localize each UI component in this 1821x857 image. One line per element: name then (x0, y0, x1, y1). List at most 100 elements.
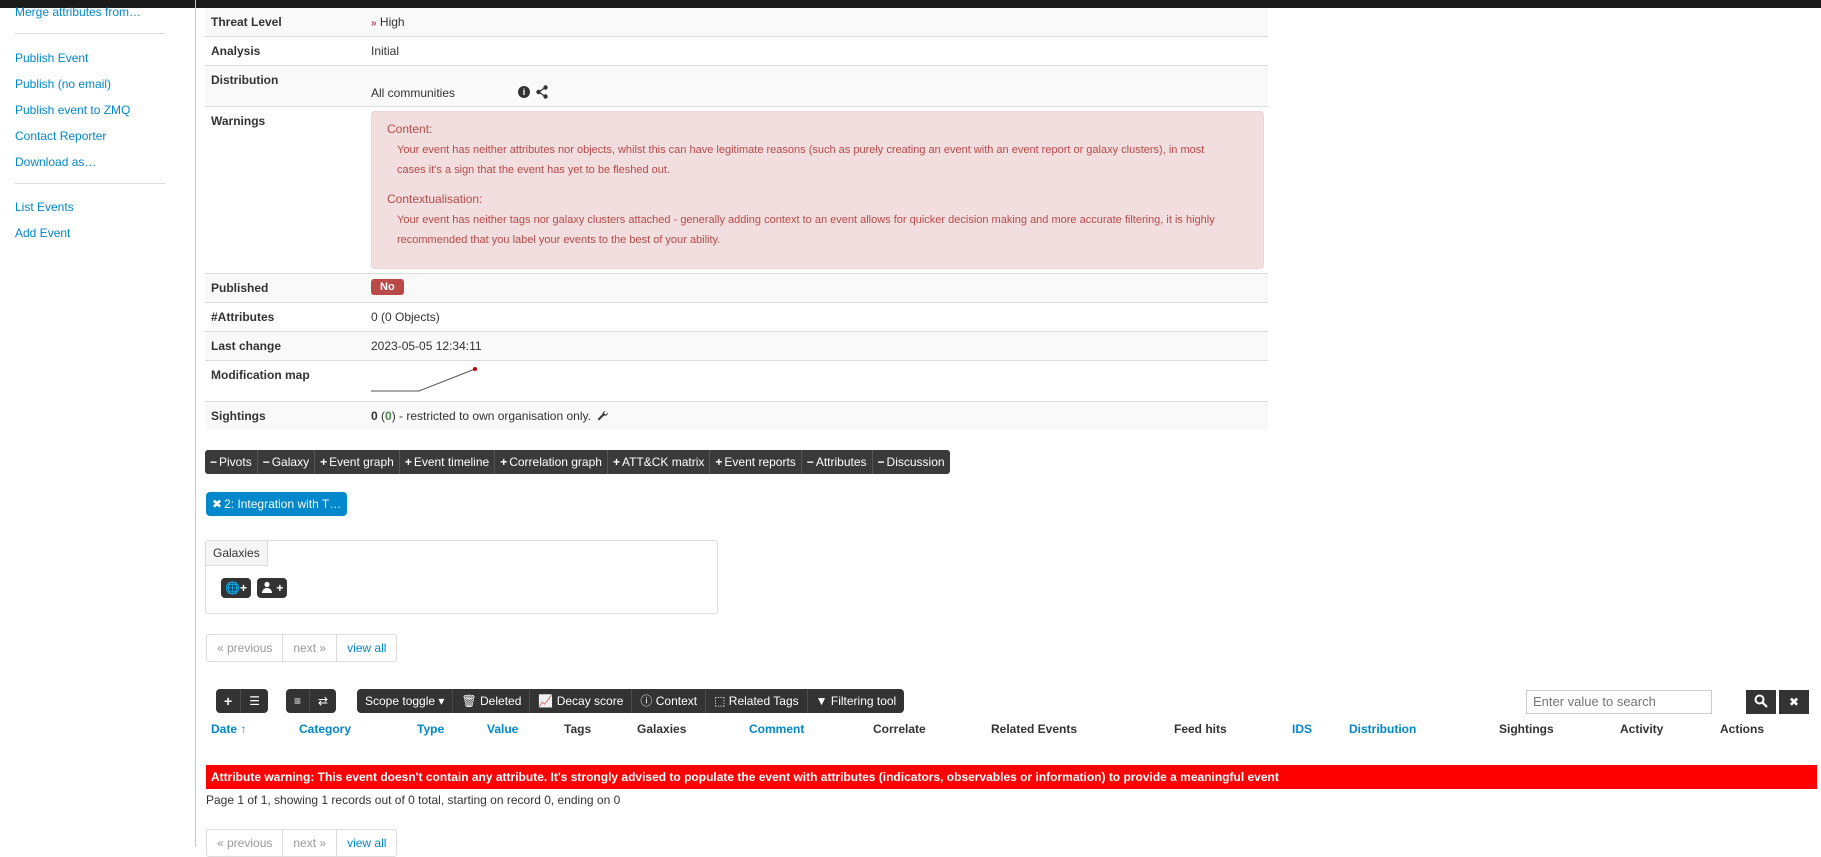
next-page-link[interactable]: next » (283, 635, 338, 661)
column-date[interactable]: Date ↑ (211, 722, 246, 736)
context-warning-text: Your event has neither tags nor galaxy c… (397, 214, 1215, 246)
pivot-tag-label: 2: Integration with T… (224, 497, 342, 511)
context-label: Context (655, 694, 698, 708)
scope-toggle-button[interactable]: Scope toggle ▾ (357, 689, 454, 713)
info-icon[interactable]: i (518, 86, 530, 98)
tab-discussion[interactable]: − Discussion (873, 450, 950, 474)
sidebar-item-merge-attributes[interactable]: Merge attributes from… (15, 5, 141, 19)
column-label: Date (211, 722, 238, 736)
top-bar (0, 0, 1821, 8)
attributes-value: 0 (0 Objects) (371, 310, 440, 324)
close-icon[interactable]: ✖ (212, 497, 222, 511)
column-correlate: Correlate (873, 722, 926, 736)
decay-score-button[interactable]: 📈 Decay score (530, 689, 633, 713)
chart-icon: 📈 (538, 694, 554, 708)
view-all-link[interactable]: view all (337, 635, 396, 661)
column-actions: Actions (1720, 722, 1765, 736)
share-icon[interactable] (536, 85, 548, 102)
warnings-alert: Content: Your event has neither attribut… (371, 111, 1264, 269)
tab-pivots[interactable]: − Pivots (205, 450, 258, 474)
column-activity: Activity (1620, 722, 1664, 736)
published-label: Published (211, 281, 269, 295)
plus-icon: + (239, 581, 247, 595)
column-type[interactable]: Type (417, 722, 444, 736)
tab-galaxy[interactable]: − Galaxy (258, 450, 316, 474)
sidebar-item-contact-reporter[interactable]: Contact Reporter (15, 129, 106, 143)
search-icon[interactable] (1746, 690, 1776, 714)
column-feed-hits: Feed hits (1174, 722, 1227, 736)
sidebar-item-download-as[interactable]: Download as… (15, 155, 96, 169)
sitemap-icon: ⬚ (714, 694, 726, 708)
deleted-button[interactable]: 🗑 Deleted (453, 689, 531, 713)
column-value[interactable]: Value (487, 722, 518, 736)
view-all-link[interactable]: view all (337, 830, 396, 856)
search-input[interactable] (1526, 690, 1712, 714)
filters-group: Scope toggle ▾ 🗑 Deleted 📈 Decay score ⓘ… (357, 689, 905, 713)
column-category[interactable]: Category (299, 722, 351, 736)
tab-event-timeline[interactable]: + Event timeline (400, 450, 496, 474)
sort-asc-icon: ↑ (240, 722, 247, 736)
event-view-tabs: − Pivots − Galaxy + Event graph + Event time… (205, 450, 950, 474)
sidebar-item-add-event[interactable]: Add Event (15, 226, 70, 240)
align-left-icon[interactable]: ≡ (286, 689, 311, 713)
add-attribute-button[interactable]: + (216, 689, 242, 713)
tab-event-graph[interactable]: + Event graph (315, 450, 400, 474)
sidebar-item-list-events[interactable]: List Events (15, 200, 74, 214)
plus-icon: + (276, 581, 284, 595)
sidebar-item-publish-zmq[interactable]: Publish event to ZMQ (15, 103, 130, 117)
previous-page-link[interactable]: « previous (207, 635, 284, 661)
scope-toggle-label: Scope toggle (365, 694, 436, 708)
column-ids[interactable]: IDS (1292, 722, 1312, 736)
wrench-icon[interactable] (597, 410, 609, 425)
row-warnings: Warnings Content: Your event has neither… (205, 107, 1268, 274)
previous-page-link[interactable]: « previous (207, 830, 284, 856)
row-modification-map: Modification map (205, 361, 1268, 402)
clear-search-icon[interactable]: ✖ (1779, 690, 1809, 714)
threat-level-value: » High (371, 15, 405, 29)
tab-label: Pivots (219, 455, 252, 469)
row-attributes: #Attributes 0 (0 Objects) (205, 303, 1268, 332)
modification-map-label: Modification map (211, 368, 310, 382)
related-tags-button[interactable]: ⬚ Related Tags (706, 689, 808, 713)
caret-down-icon: ▾ (438, 694, 445, 708)
related-tags-label: Related Tags (728, 694, 799, 708)
trash-icon: 🗑 (461, 694, 477, 708)
tab-event-reports[interactable]: + Event reports (710, 450, 802, 474)
pivot-tag[interactable]: ✖ 2: Integration with T… (206, 492, 348, 516)
sightings-own-count: 0 (385, 409, 392, 423)
column-comment[interactable]: Comment (749, 722, 804, 736)
deleted-label: Deleted (480, 694, 522, 708)
column-distribution[interactable]: Distribution (1349, 722, 1416, 736)
add-galaxy-button[interactable]: 🌐+ (221, 578, 251, 598)
list-icon[interactable]: ☰ (241, 689, 268, 713)
tab-label: ATT&CK matrix (621, 455, 705, 469)
tab-attack-matrix[interactable]: + ATT&CK matrix (608, 450, 711, 474)
add-local-galaxy-button[interactable]: + (257, 578, 288, 598)
sidebar-item-publish-event[interactable]: Publish Event (15, 51, 88, 65)
tab-correlation-graph[interactable]: + Correlation graph (495, 450, 608, 474)
context-button[interactable]: ⓘ Context (632, 689, 707, 713)
row-sightings: Sightings 0 (0) - restricted to own orga… (205, 402, 1268, 430)
distribution-label: Distribution (211, 73, 279, 87)
sightings-count: 0 (371, 409, 378, 423)
galaxies-panel: Galaxies 🌐+ + (205, 540, 718, 614)
chevrons-up-icon: » (371, 18, 377, 29)
sidebar-item-publish-no-email[interactable]: Publish (no email) (15, 77, 111, 91)
tab-attributes[interactable]: − Attributes (802, 450, 873, 474)
row-last-change: Last change 2023-05-05 12:34:11 (205, 332, 1268, 361)
last-change-label: Last change (211, 339, 282, 353)
add-attribute-group: + ☰ (216, 689, 268, 713)
shuffle-icon[interactable]: ⇄ (310, 689, 336, 713)
tab-label: Attributes (815, 455, 867, 469)
tab-label: Event timeline (413, 455, 490, 469)
filtering-tool-button[interactable]: ▼ Filtering tool (808, 689, 905, 713)
filtering-tool-label: Filtering tool (830, 694, 897, 708)
filter-icon: ▼ (815, 694, 828, 708)
attributes-label: #Attributes (211, 310, 275, 324)
tab-label: Discussion (886, 455, 945, 469)
attributes-table-header: Date ↑ Category Type Value Tags Galaxies… (205, 722, 1817, 744)
tab-label: Correlation graph (509, 455, 602, 469)
toggle-sym: − (806, 455, 814, 469)
next-page-link[interactable]: next » (283, 830, 338, 856)
sidebar-divider (15, 183, 165, 184)
